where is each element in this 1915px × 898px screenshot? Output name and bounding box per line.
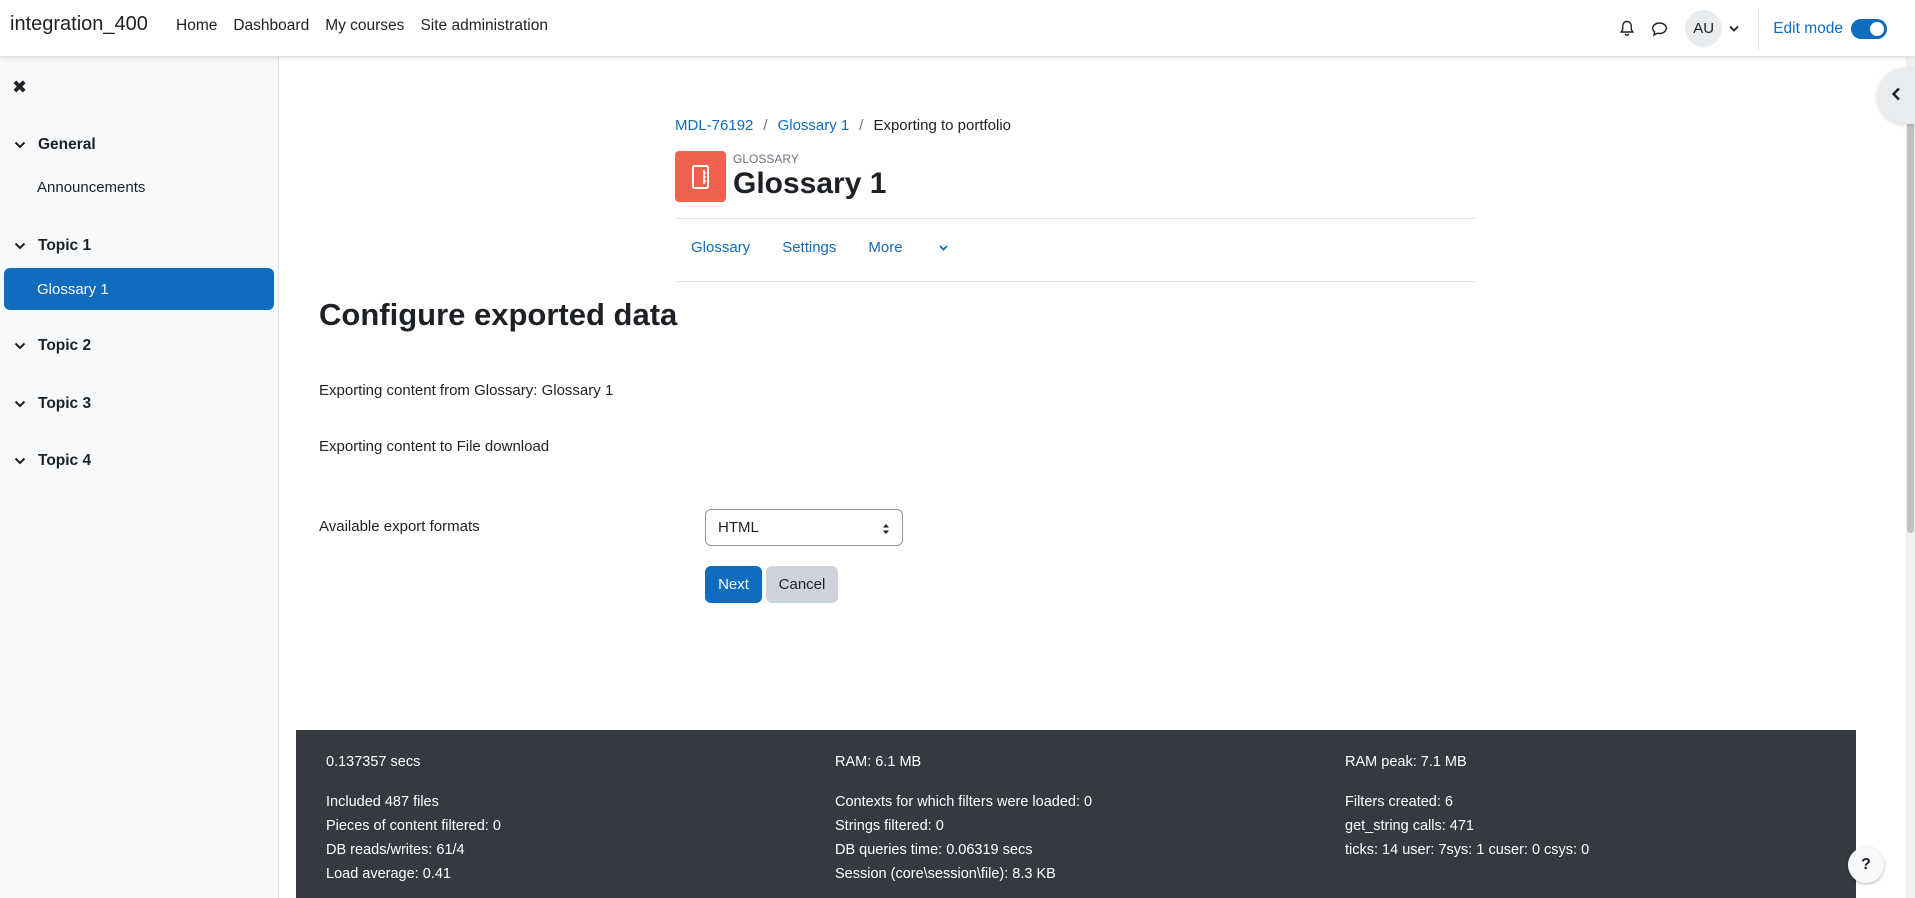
breadcrumb-separator: / (859, 117, 864, 134)
page-title: Glossary 1 (733, 167, 887, 200)
breadcrumb-current: Exporting to portfolio (873, 117, 1012, 134)
section-general[interactable]: General (14, 136, 96, 154)
select-arrows-icon (882, 522, 890, 539)
course-index-drawer: ✖ General Announcements Topic 1 Glossary… (0, 57, 279, 898)
page-scrollbar[interactable] (1906, 57, 1915, 898)
nav-my-courses[interactable]: My courses (325, 17, 404, 35)
footer-column-3: RAM peak: 7.1 MB Filters created: 6 get_… (1345, 750, 1589, 862)
navbar-divider (1758, 7, 1760, 50)
module-type-label: GLOSSARY (733, 152, 799, 166)
section-topic-2[interactable]: Topic 2 (14, 337, 91, 355)
export-formats-select[interactable]: HTML (705, 509, 903, 546)
footer-stat: Included 487 files (326, 794, 439, 810)
drawer-item-glossary-1[interactable]: Glossary 1 (4, 268, 274, 310)
header-divider (675, 218, 1475, 219)
nav-home[interactable]: Home (176, 17, 217, 35)
top-navbar: integration_400 Home Dashboard My course… (0, 0, 1915, 57)
section-topic-4[interactable]: Topic 4 (14, 452, 91, 470)
open-block-drawer-button[interactable] (1877, 68, 1915, 124)
footer-stat: RAM: 6.1 MB (835, 754, 922, 770)
chevron-left-icon (1891, 87, 1901, 105)
notifications-bell-icon[interactable] (1611, 13, 1643, 45)
cancel-button[interactable]: Cancel (766, 566, 838, 603)
user-avatar[interactable]: AU (1685, 10, 1723, 47)
edit-mode-toggle[interactable] (1851, 18, 1887, 39)
footer-stat: Load average: 0.41 (326, 866, 451, 882)
secondary-navigation: Glossary Settings More (691, 239, 1012, 256)
breadcrumb-separator: / (763, 117, 768, 134)
close-drawer-icon[interactable]: ✖ (12, 77, 27, 98)
tab-more[interactable]: More (868, 239, 979, 256)
site-brand[interactable]: integration_400 (10, 13, 148, 36)
section-topic-3[interactable]: Topic 3 (14, 395, 91, 413)
footer-column-2: RAM: 6.1 MB Contexts for which filters w… (835, 750, 1092, 886)
chevron-down-icon (938, 244, 948, 251)
export-formats-label: Available export formats (319, 518, 480, 535)
nav-site-administration[interactable]: Site administration (420, 17, 548, 35)
section-title: Topic 1 (38, 237, 92, 254)
primary-navigation: Home Dashboard My courses Site administr… (176, 17, 564, 35)
chevron-down-icon (14, 400, 28, 408)
section-title: Topic 3 (38, 395, 92, 412)
exporting-from-text: Exporting content from Glossary: Glossar… (319, 382, 614, 399)
edit-mode-label: Edit mode (1773, 19, 1843, 37)
footer-stat: DB queries time: 0.06319 secs (835, 842, 1033, 858)
chevron-down-icon (14, 342, 28, 350)
configure-heading: Configure exported data (319, 297, 678, 332)
footer-stat: get_string calls: 471 (1345, 818, 1474, 834)
section-title: Topic 2 (38, 337, 92, 354)
breadcrumb-glossary[interactable]: Glossary 1 (778, 117, 850, 134)
chevron-down-icon (14, 457, 28, 465)
user-menu-chevron-down-icon[interactable] (1722, 13, 1746, 45)
footer-stat: RAM peak: 7.1 MB (1345, 754, 1467, 770)
section-title: General (38, 136, 96, 153)
breadcrumb-course[interactable]: MDL-76192 (675, 117, 753, 134)
next-button[interactable]: Next (705, 566, 762, 603)
footer-stat: Strings filtered: 0 (835, 818, 944, 834)
footer-column-1: 0.137357 secs Included 487 files Pieces … (326, 750, 501, 886)
tab-more-label: More (868, 239, 903, 256)
footer-stat: DB reads/writes: 61/4 (326, 842, 465, 858)
drawer-item-label: Glossary 1 (37, 280, 109, 298)
scrollbar-thumb[interactable] (1907, 117, 1914, 533)
export-formats-value: HTML (718, 519, 759, 536)
tab-settings[interactable]: Settings (782, 239, 836, 256)
section-topic-1[interactable]: Topic 1 (14, 237, 91, 255)
drawer-item-announcements[interactable]: Announcements (37, 179, 145, 196)
performance-footer: 0.137357 secs Included 487 files Pieces … (296, 730, 1856, 898)
chevron-down-icon (14, 141, 28, 149)
navbar-right: AU Edit mode (1611, 0, 1915, 57)
section-title: Topic 4 (38, 452, 92, 469)
footer-stat: Pieces of content filtered: 0 (326, 818, 501, 834)
footer-stat: Contexts for which filters were loaded: … (835, 794, 1093, 810)
tab-glossary[interactable]: Glossary (691, 239, 750, 256)
footer-stat: Session (core\session\file): 8.3 KB (835, 866, 1056, 882)
nav-divider (675, 281, 1475, 282)
nav-dashboard[interactable]: Dashboard (233, 17, 309, 35)
footer-stat: Filters created: 6 (1345, 794, 1453, 810)
chevron-down-icon (14, 242, 28, 250)
footer-stat: 0.137357 secs (326, 754, 421, 770)
breadcrumb: MDL-76192 / Glossary 1 / Exporting to po… (675, 117, 1011, 134)
footer-stat: ticks: 14 user: 7sys: 1 cuser: 0 csys: 0 (1345, 842, 1590, 858)
help-question-icon[interactable]: ? (1848, 847, 1884, 883)
glossary-activity-icon (675, 151, 726, 202)
exporting-to-text: Exporting content to File download (319, 438, 550, 455)
messages-chat-icon[interactable] (1643, 13, 1675, 45)
